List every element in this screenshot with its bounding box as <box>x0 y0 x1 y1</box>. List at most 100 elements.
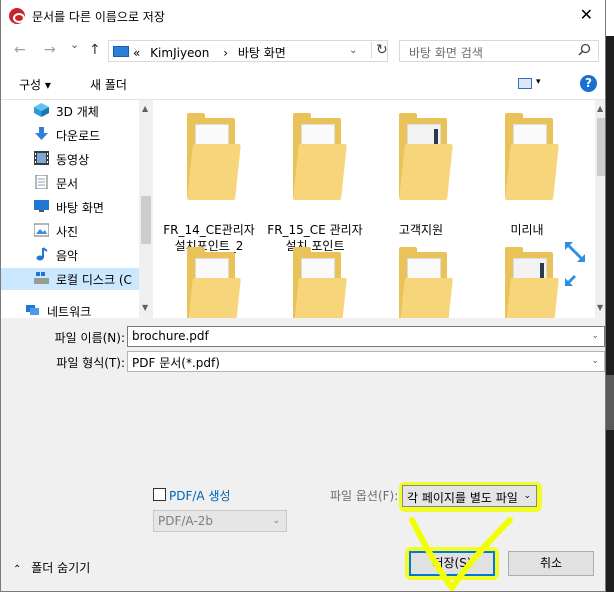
sidebar-item-label: 3D 개체 <box>56 105 99 119</box>
filename-row: 파일 이름(N): ⌄ <box>1 325 605 349</box>
hide-folders-toggle[interactable]: ⌃ 폴더 숨기기 <box>13 559 90 576</box>
chevron-up-icon: ⌃ <box>13 564 22 575</box>
monitor-icon <box>113 46 129 57</box>
folder-icon <box>187 113 241 200</box>
sidebar-item-documents[interactable]: 문서 <box>34 172 152 194</box>
search-input[interactable]: 바탕 화면 검색 <box>409 44 483 61</box>
scrollbar-thumb[interactable] <box>597 118 605 176</box>
filetype-value: PDF 문서(*.pdf) <box>132 356 220 370</box>
folder-icon <box>399 113 453 200</box>
dialog-title: 문서를 다른 이름으로 저장 <box>32 10 165 24</box>
breadcrumb-overflow[interactable]: « <box>133 46 140 60</box>
file-name: 미리내 <box>510 223 544 237</box>
sidebar-item-3d-objects[interactable]: 3D 개체 <box>34 100 152 122</box>
scroll-down-icon[interactable]: ▼ <box>142 303 148 312</box>
local-disk-icon <box>34 272 49 284</box>
navigation-pane-scrollbar[interactable]: ▲ ▼ <box>139 100 153 318</box>
filetype-label: 파일 형식(T): <box>56 356 125 370</box>
search-box[interactable]: 바탕 화면 검색 <box>399 40 599 62</box>
help-icon[interactable]: ? <box>580 75 597 92</box>
organize-menu[interactable]: 구성 ▾ <box>19 76 51 93</box>
file-option-value: 각 페이지를 별도 파일 <box>407 491 518 505</box>
breadcrumb-item-desktop[interactable]: 바탕 화면 <box>238 46 286 60</box>
save-as-dialog: 문서를 다른 이름으로 저장 ✕ ← → ⌄ ↑ « KimJiyeon › 바… <box>0 0 606 592</box>
filetype-row: 파일 형식(T): PDF 문서(*.pdf) ⌄ <box>1 350 605 374</box>
sidebar-item-desktop[interactable]: 바탕 화면 <box>34 196 152 218</box>
file-list-scrollbar[interactable]: ▲ ▼ <box>595 100 605 318</box>
folder-icon <box>187 247 241 318</box>
address-dropdown-icon[interactable]: ⌄ <box>349 45 357 56</box>
background-strip <box>606 0 614 36</box>
folder-icon <box>293 247 347 318</box>
sidebar-item-videos[interactable]: 동영상 <box>34 148 152 170</box>
breadcrumb-item-user[interactable]: KimJiyeon <box>150 46 209 60</box>
sidebar-item-network[interactable]: 네트워크 <box>25 300 143 318</box>
navigation-bar: ← → ⌄ ↑ « KimJiyeon › 바탕 화면 ⌄ ↻ 바탕 화면 검색 <box>1 32 605 68</box>
search-icon[interactable] <box>578 43 591 56</box>
chevron-down-icon: ⌄ <box>272 516 280 526</box>
sidebar-item-pictures[interactable]: 사진 <box>34 220 152 242</box>
scroll-up-icon[interactable]: ▲ <box>142 104 148 113</box>
breadcrumb: « KimJiyeon › 바탕 화면 <box>133 44 292 61</box>
back-arrow-icon[interactable]: ← <box>14 42 26 58</box>
forward-arrow-icon[interactable]: → <box>44 42 56 58</box>
network-icon <box>26 305 39 315</box>
sidebar-item-label: 로컬 디스크 (C <box>56 273 132 287</box>
file-name: FR_14_CE관리자 설치포인트_2 <box>163 223 255 253</box>
pdfa-version-value: PDF/A-2b <box>158 514 213 528</box>
address-bar[interactable]: « KimJiyeon › 바탕 화면 ⌄ ↻ <box>108 40 388 62</box>
video-icon <box>34 151 49 165</box>
up-arrow-icon[interactable]: ↑ <box>89 42 101 58</box>
filename-field[interactable]: ⌄ <box>127 326 605 347</box>
view-dropdown-icon[interactable]: ▾ <box>536 77 541 87</box>
chevron-down-icon[interactable]: ⌄ <box>523 491 531 501</box>
file-list: FR_14_CE관리자 설치포인트_2 FR_15_CE 관리자 설치 포인트 … <box>153 100 595 318</box>
app-logo-icon <box>9 8 25 24</box>
folder-icon <box>505 113 559 200</box>
scroll-up-icon[interactable]: ▲ <box>597 104 603 113</box>
refresh-icon[interactable]: ↻ <box>371 42 388 58</box>
sidebar-item-label: 네트워크 <box>47 305 92 318</box>
scrollbar-thumb[interactable] <box>141 196 151 244</box>
document-icon <box>35 175 48 189</box>
sidebar-item-music[interactable]: 음악 <box>34 244 152 266</box>
music-icon <box>36 247 48 261</box>
pdfa-label[interactable]: PDF/A 생성 <box>169 487 231 504</box>
sidebar-item-label: 음악 <box>56 249 79 263</box>
sidebar-item-label: 바탕 화면 <box>56 201 104 215</box>
command-toolbar: 구성 ▾ 새 폴더 ▾ ? <box>1 68 605 100</box>
file-option-select[interactable]: 각 페이지를 별도 파일 ⌄ <box>402 485 537 507</box>
chevron-down-icon[interactable]: ⌄ <box>591 356 599 366</box>
sidebar-item-label: 문서 <box>56 177 79 191</box>
resize-cursor-icon <box>565 242 585 286</box>
file-name: FR_15_CE 관리자 설치 포인트 <box>267 223 363 253</box>
sidebar-item-label: 다운로드 <box>56 129 101 143</box>
breadcrumb-separator[interactable]: › <box>223 46 228 60</box>
view-options-icon[interactable] <box>518 78 532 89</box>
new-folder-button[interactable]: 새 폴더 <box>90 76 127 93</box>
navigation-pane: 3D 개체 다운로드 동영상 문서 바탕 화면 사진 음악 로컬 디스크 (C <box>1 100 153 318</box>
sidebar-item-downloads[interactable]: 다운로드 <box>34 124 152 146</box>
cancel-button[interactable]: 취소 <box>508 551 594 576</box>
folder-icon <box>505 247 559 318</box>
background-window-edge <box>606 0 614 592</box>
filename-label: 파일 이름(N): <box>54 331 125 345</box>
folder-icon <box>399 247 453 318</box>
filename-input[interactable] <box>128 327 604 345</box>
scroll-down-icon[interactable]: ▼ <box>597 303 603 312</box>
hide-folders-label: 폴더 숨기기 <box>31 561 91 575</box>
pdfa-checkbox[interactable] <box>153 488 166 501</box>
title-bar: 문서를 다른 이름으로 저장 ✕ <box>1 0 605 32</box>
sidebar-item-label: 동영상 <box>56 153 90 167</box>
file-option-label: 파일 옵션(F): <box>330 489 399 503</box>
filetype-select[interactable]: PDF 문서(*.pdf) ⌄ <box>127 351 605 372</box>
close-button[interactable]: ✕ <box>580 5 593 24</box>
filename-dropdown-icon[interactable]: ⌄ <box>591 331 599 341</box>
sidebar-item-local-disk[interactable]: 로컬 디스크 (C <box>1 268 139 290</box>
folder-icon <box>293 113 347 200</box>
checkmark-annotation-icon <box>409 517 513 591</box>
sidebar-item-label: 사진 <box>56 225 79 239</box>
file-name: 고객지원 <box>398 223 444 237</box>
3d-objects-icon <box>34 103 49 117</box>
recent-locations-icon[interactable]: ⌄ <box>70 38 79 51</box>
